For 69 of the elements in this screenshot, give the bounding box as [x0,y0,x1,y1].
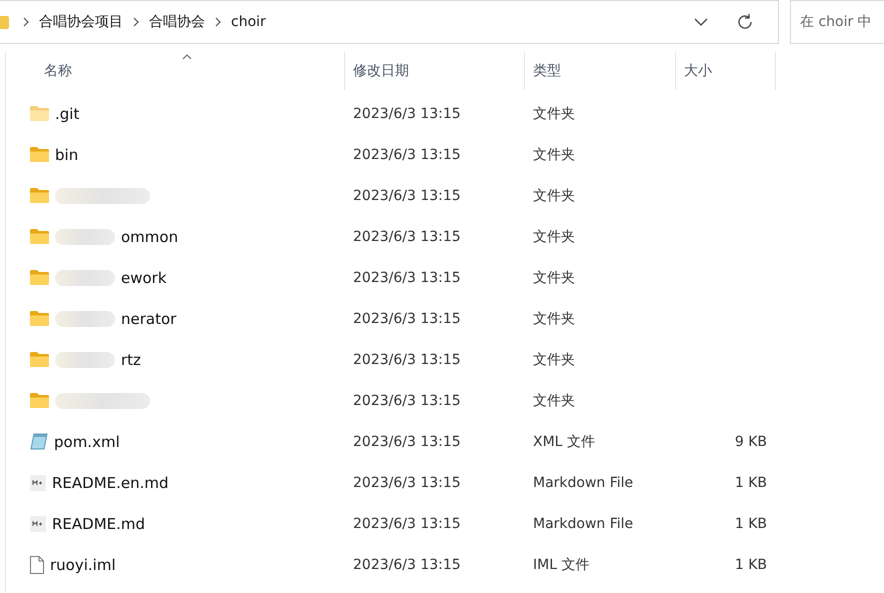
type-cell-text: XML 文件 [532,432,596,450]
folder-icon [30,188,49,203]
folder-icon [0,16,9,28]
redaction-smudge [55,270,115,286]
markdown-icon [30,474,46,490]
size-cell-text: 1 KB [734,516,767,532]
file-name[interactable]: .git [55,104,80,122]
file-name[interactable]: ruoyi.iml [50,556,116,574]
type-cell-text: 文件夹 [532,310,576,328]
chevron-right-icon [215,17,221,27]
date-cell-text: 2023/6/3 13:15 [352,434,462,450]
type-cell-text: 文件夹 [532,228,576,246]
sort-caret-icon [182,54,192,60]
date-cell-text: 2023/6/3 13:15 [352,188,462,204]
folder-icon [30,311,49,326]
file-name[interactable]: ommon [121,228,178,246]
date-cell-text: 2023/6/3 13:15 [352,146,462,162]
file-icon [30,556,44,574]
chevron-down-icon [694,18,708,26]
file-name[interactable]: rtz [121,350,141,368]
notepad-icon [30,433,48,450]
date-cell-text: 2023/6/3 13:15 [352,310,462,326]
type-cell-text: Markdown File [532,516,634,532]
breadcrumb-item[interactable]: choir [231,14,266,30]
type-cell-text: 文件夹 [532,186,576,204]
column-header[interactable]: 名称 [6,52,345,90]
date-cell-text: 2023/6/3 13:15 [352,474,462,490]
date-cell-text: 2023/6/3 13:15 [352,352,462,368]
folder-icon [30,352,49,367]
file-name[interactable]: ework [121,268,167,286]
markdown-icon [30,516,46,532]
date-cell-text: 2023/6/3 13:15 [352,516,462,532]
date-cell-text: 2023/6/3 13:15 [352,228,462,244]
size-cell-text: 9 KB [734,434,767,450]
folder-icon [30,106,49,121]
file-name[interactable]: README.en.md [52,474,169,492]
folder-icon [30,147,49,162]
file-name[interactable]: nerator [121,310,176,328]
type-cell-text: 文件夹 [532,146,576,164]
type-cell-text: 文件夹 [532,392,576,410]
column-header[interactable]: 大小 [676,52,776,90]
column-header[interactable]: 类型 [525,52,676,90]
size-cell-text: 1 KB [734,474,767,490]
date-cell-text: 2023/6/3 13:15 [352,556,462,572]
refresh-icon [736,13,754,31]
size-cell-text: 1 KB [734,556,767,572]
type-cell-text: 文件夹 [532,350,576,368]
search-field[interactable]: 在 choir 中 [790,0,884,44]
redaction-smudge [55,228,115,244]
breadcrumb-item[interactable]: 合唱协会 [149,13,205,31]
folder-icon [30,270,49,285]
date-cell-text: 2023/6/3 13:15 [352,392,462,408]
date-cell-text: 2023/6/3 13:15 [352,106,462,122]
column-header[interactable]: 修改日期 [345,52,525,90]
type-cell-text: IML 文件 [532,556,590,574]
folder-icon [30,229,49,244]
file-name[interactable]: pom.xml [54,432,120,450]
breadcrumb-item[interactable]: 合唱协会项目 [39,13,123,31]
date-cell-text: 2023/6/3 13:15 [352,270,462,286]
folder-icon [30,393,49,408]
redaction-smudge [55,310,115,326]
file-name[interactable]: README.md [52,514,146,532]
type-cell-text: 文件夹 [532,104,576,122]
type-cell-text: 文件夹 [532,268,576,286]
chevron-right-icon [133,17,139,27]
redaction-smudge [55,352,115,368]
chevron-right-icon [23,17,29,27]
file-name[interactable]: bin [55,146,78,164]
type-cell-text: Markdown File [532,474,634,490]
